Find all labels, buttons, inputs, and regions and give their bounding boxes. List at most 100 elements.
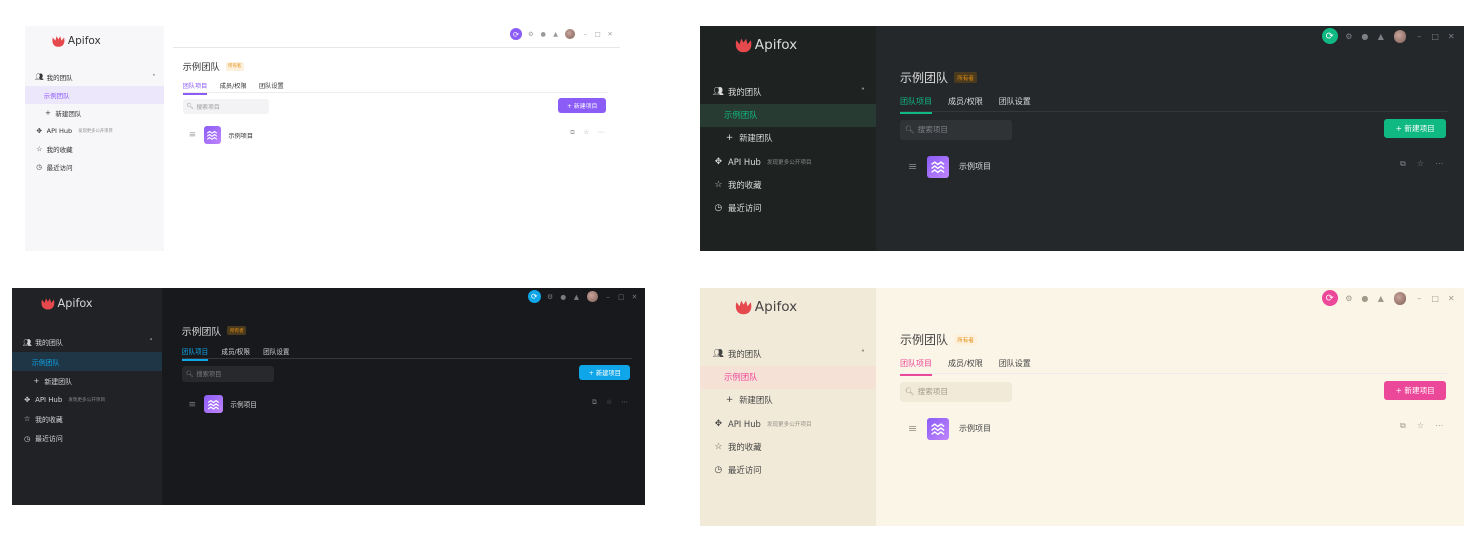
search-input[interactable]: 🔍︎ 搜索项目 [900, 120, 1012, 140]
star-icon[interactable]: ☆ [606, 398, 612, 406]
avatar[interactable] [1393, 291, 1407, 305]
drag-handle-icon[interactable]: ≡ [908, 160, 917, 173]
sidebar-item-sample-team[interactable]: 示例团队 [25, 86, 164, 105]
sidebar-item-favorites[interactable]: ☆ 我的收藏 [12, 409, 162, 428]
sync-icon[interactable]: ⟳ [509, 27, 523, 41]
help-icon[interactable]: ● [537, 31, 549, 38]
sidebar-item-sample-team[interactable]: 示例团队 [700, 103, 876, 127]
avatar[interactable] [1393, 29, 1407, 43]
help-icon[interactable]: ● [557, 293, 570, 301]
more-icon[interactable]: ⋯ [598, 129, 604, 136]
star-icon[interactable]: ☆ [1417, 159, 1424, 168]
minimize-icon[interactable]: – [1411, 32, 1427, 41]
new-project-button[interactable]: + 新建项目 [1384, 380, 1447, 400]
sidebar-item-api-hub[interactable]: ✥ API Hub 发现更多公开项目 [12, 390, 162, 409]
sidebar-item-api-hub[interactable]: ✥ API Hub 发现更多公开项目 [700, 412, 876, 435]
tab-team-projects[interactable]: 团队项目 [181, 346, 209, 362]
maximize-icon[interactable]: □ [592, 31, 604, 38]
more-icon[interactable]: ⋯ [1435, 159, 1443, 168]
clone-icon[interactable]: ⧉ [570, 129, 574, 137]
search-input[interactable]: 🔍︎ 搜索项目 [182, 99, 270, 115]
project-row[interactable]: ≡ 示例项目 [908, 416, 991, 442]
search-input[interactable]: 🔍︎ 搜索项目 [900, 382, 1012, 402]
minimize-icon[interactable]: – [1411, 294, 1427, 303]
clone-icon[interactable]: ⧉ [592, 398, 597, 407]
gear-icon[interactable]: ⚙︎ [1341, 294, 1357, 303]
sidebar-item-recent[interactable]: ◷ 最近访问 [12, 429, 162, 448]
help-icon[interactable]: ● [1357, 294, 1373, 303]
sidebar-item-favorites[interactable]: ☆ 我的收藏 [25, 140, 164, 158]
sidebar-item-sample-team[interactable]: 示例团队 [700, 365, 876, 389]
sidebar-item-new-team[interactable]: + 新建团队 [700, 389, 876, 412]
app-logo-text: Apifox [57, 297, 93, 311]
bell-icon[interactable]: ▲ [549, 31, 561, 38]
close-icon[interactable]: ✕ [1443, 294, 1459, 303]
drag-handle-icon[interactable]: ≡ [188, 399, 196, 410]
drag-handle-icon[interactable]: ≡ [189, 130, 196, 140]
new-project-button[interactable]: + 新建项目 [558, 97, 607, 113]
sync-icon[interactable]: ⟳ [527, 289, 541, 304]
maximize-icon[interactable]: □ [1427, 294, 1443, 303]
star-icon[interactable]: ☆ [1417, 421, 1424, 430]
search-input[interactable]: 🔍︎ 搜索项目 [181, 365, 275, 382]
gear-icon[interactable]: ⚙︎ [525, 31, 537, 38]
title-bar: ⟳ ⚙︎ ● ▲ – □ ✕ [527, 289, 641, 304]
more-icon[interactable]: ⋯ [621, 398, 628, 406]
maximize-icon[interactable]: □ [615, 293, 628, 301]
project-name: 示例项目 [228, 132, 254, 140]
project-row[interactable]: ≡ 示例项目 [908, 154, 991, 180]
sidebar-item-sample-team[interactable]: 示例团队 [12, 352, 162, 372]
clone-icon[interactable]: ⧉ [1400, 421, 1406, 431]
bell-icon[interactable]: ▲ [1373, 294, 1389, 303]
sync-icon[interactable]: ⟳ [1321, 290, 1338, 307]
page-title: 示例团队 [900, 71, 949, 86]
sidebar-item-api-hub[interactable]: ✥ API Hub 发现更多公开项目 [25, 122, 164, 140]
project-row[interactable]: ≡ 示例项目 [189, 125, 253, 145]
sidebar-item-recent[interactable]: ◷ 最近访问 [700, 458, 876, 481]
help-icon[interactable]: ● [1357, 32, 1373, 41]
sidebar-item-recent[interactable]: ◷ 最近访问 [25, 158, 164, 176]
page-title: 示例团队 [181, 326, 222, 338]
avatar[interactable] [586, 291, 598, 302]
sidebar-item-my-team[interactable]: 👥︎ 我的团队 ˄ [25, 68, 164, 86]
sync-icon[interactable]: ⟳ [1321, 28, 1338, 45]
chevron-up-icon[interactable]: ˄ [149, 338, 152, 346]
drag-handle-icon[interactable]: ≡ [908, 422, 917, 435]
close-icon[interactable]: ✕ [604, 31, 616, 38]
sidebar-item-favorites[interactable]: ☆ 我的收藏 [700, 435, 876, 458]
sidebar-item-new-team[interactable]: + 新建团队 [700, 127, 876, 150]
bell-icon[interactable]: ▲ [570, 293, 583, 301]
close-icon[interactable]: ✕ [628, 293, 641, 301]
avatar[interactable] [565, 29, 576, 39]
more-icon[interactable]: ⋯ [1435, 421, 1443, 430]
bell-icon[interactable]: ▲ [1373, 32, 1389, 41]
tab-team-settings[interactable]: 团队设置 [263, 346, 289, 361]
new-project-button[interactable]: + 新建项目 [579, 364, 631, 381]
sidebar-item-my-team[interactable]: 👥︎ 我的团队 ˄ [700, 80, 876, 103]
sidebar-item-my-team[interactable]: 👥︎ 我的团队 ˄ [12, 333, 162, 352]
maximize-icon[interactable]: □ [1427, 32, 1443, 41]
chevron-up-icon[interactable]: ˄ [152, 74, 155, 81]
sidebar-item-api-hub[interactable]: ✥ API Hub 发现更多公开项目 [700, 150, 876, 173]
minimize-icon[interactable]: – [601, 293, 614, 301]
sidebar-item-my-team[interactable]: 👥︎ 我的团队 ˄ [700, 342, 876, 365]
tab-members[interactable]: 成员/权限 [221, 346, 250, 361]
project-row[interactable]: ≡ 示例项目 [188, 394, 257, 415]
sidebar-item-recent[interactable]: ◷ 最近访问 [700, 196, 876, 219]
star-icon[interactable]: ☆ [583, 129, 589, 136]
gear-icon[interactable]: ⚙︎ [543, 293, 556, 301]
minimize-icon[interactable]: – [579, 31, 591, 38]
chevron-up-icon[interactable]: ˄ [861, 87, 865, 96]
gear-icon[interactable]: ⚙︎ [1341, 32, 1357, 41]
sidebar-item-new-team[interactable]: + 新建团队 [25, 104, 164, 122]
close-icon[interactable]: ✕ [1443, 32, 1459, 41]
sidebar-item-favorites[interactable]: ☆ 我的收藏 [700, 173, 876, 196]
new-project-button[interactable]: + 新建项目 [1384, 118, 1447, 138]
chevron-up-icon[interactable]: ˄ [861, 349, 865, 358]
sidebar-item-label: 示例团队 [31, 358, 60, 367]
sidebar-item-label: 我的团队 [46, 74, 73, 83]
sidebar-item-new-team[interactable]: + 新建团队 [12, 371, 162, 390]
sidebar-item-sublabel: 发现更多公开项目 [766, 159, 812, 166]
search-placeholder: 搜索项目 [917, 387, 948, 397]
clone-icon[interactable]: ⧉ [1400, 159, 1406, 169]
